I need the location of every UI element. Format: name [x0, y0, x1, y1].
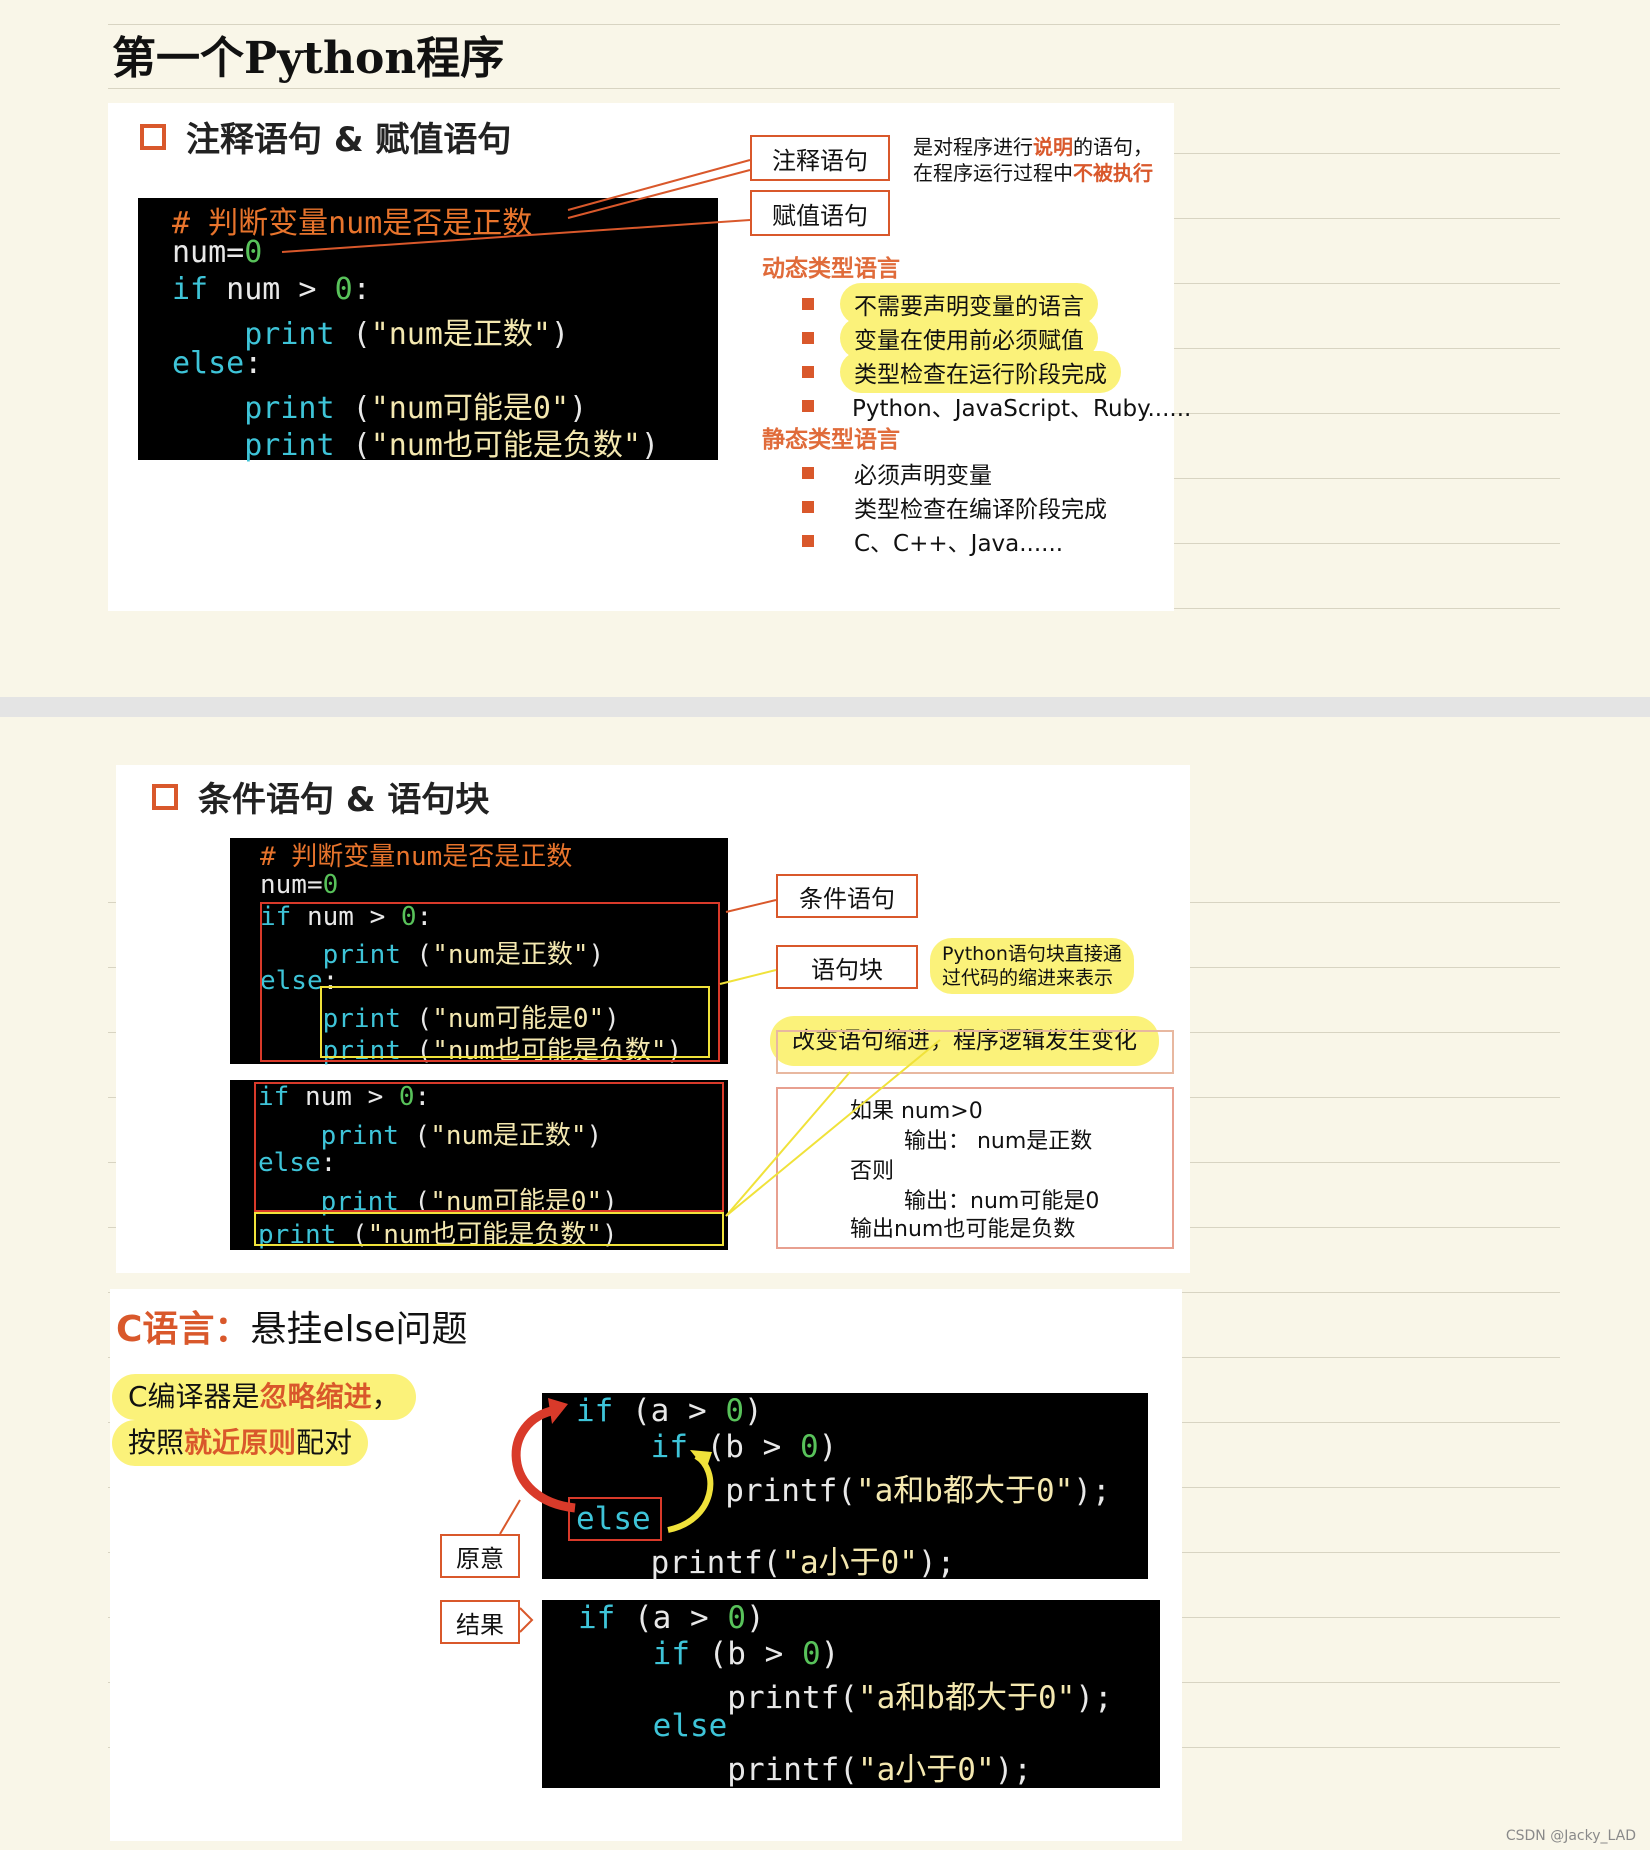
- red-arrowhead-icon: [548, 1398, 568, 1424]
- assignment-connector: [281, 219, 751, 253]
- comment-connector: [567, 159, 751, 211]
- connector-overlay: [281, 159, 941, 1633]
- change-connector: [725, 1071, 851, 1217]
- change-connector: [725, 1039, 941, 1217]
- intent-connector: [499, 1499, 521, 1535]
- comment-connector: [567, 169, 751, 219]
- red-pairing-arrow: [511, 1405, 576, 1513]
- result-pointer: [519, 1607, 534, 1633]
- watermark: CSDN @Jacky_LAD: [1505, 1828, 1636, 1844]
- block-connector: [719, 969, 777, 985]
- condition-connector: [725, 899, 777, 913]
